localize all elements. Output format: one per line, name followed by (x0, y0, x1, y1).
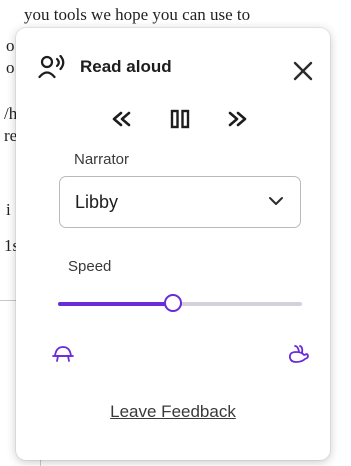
background-text-line: i (6, 200, 11, 219)
read-aloud-panel: Read aloud Narrator Libby Speed Leave Fe… (16, 28, 330, 460)
background-text-line: you tools we hope you can use to (24, 5, 251, 24)
rabbit-icon (288, 345, 309, 363)
slider-fill (58, 302, 173, 306)
turtle-icon (52, 346, 74, 362)
leave-feedback-link[interactable]: Leave Feedback (16, 402, 330, 422)
slider-thumb[interactable] (163, 294, 182, 312)
chevron-down-icon (269, 197, 283, 205)
narrator-select[interactable]: Libby (59, 176, 301, 228)
pause-icon[interactable] (169, 108, 191, 130)
narrator-label: Narrator (74, 151, 130, 168)
panel-title: Read aloud (80, 57, 172, 76)
rewind-icon[interactable] (111, 108, 133, 130)
speed-slider[interactable] (58, 293, 302, 315)
close-icon[interactable] (292, 60, 314, 82)
playback-controls (16, 108, 330, 130)
background-text-line: o (6, 58, 15, 77)
speaking-person-icon (38, 55, 65, 79)
fast-forward-icon[interactable] (226, 108, 248, 130)
speed-label: Speed (68, 258, 112, 275)
background-text-line: o (6, 36, 15, 55)
narrator-value: Libby (75, 192, 119, 212)
